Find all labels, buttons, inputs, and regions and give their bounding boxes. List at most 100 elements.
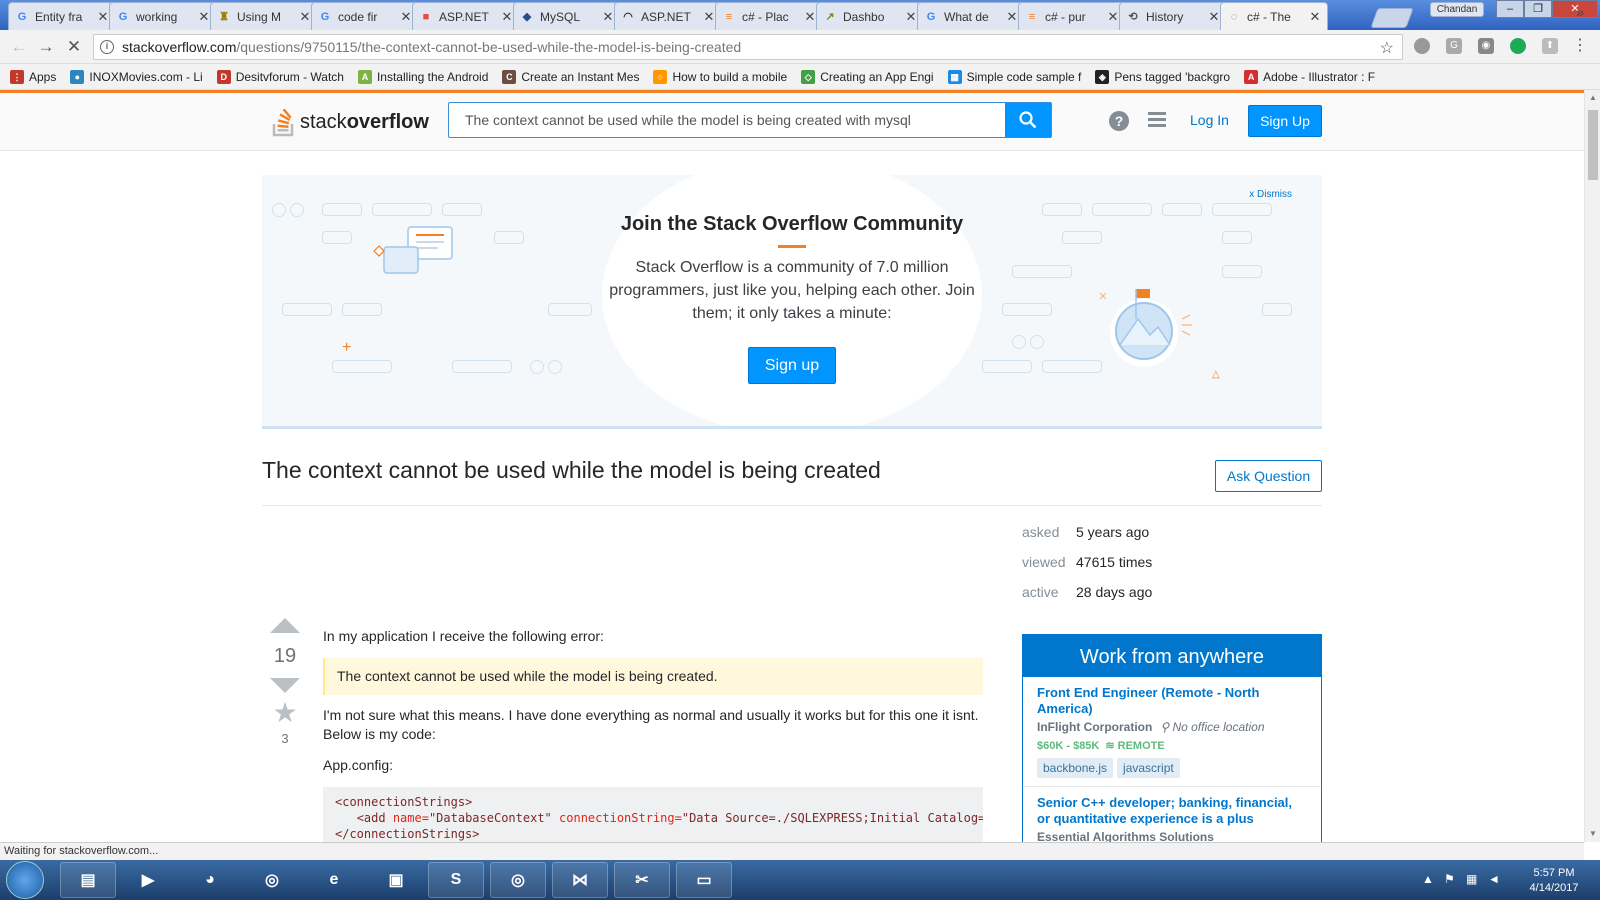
green-extension-icon[interactable]: [1510, 38, 1526, 54]
tab-close-icon[interactable]: ✕: [198, 9, 210, 25]
tab-close-icon[interactable]: ✕: [1208, 9, 1220, 25]
site-info-icon[interactable]: i: [100, 40, 114, 54]
job-tag[interactable]: javascript: [1117, 758, 1180, 778]
stackoverflow-logo[interactable]: stackoverflow: [272, 107, 429, 137]
vote-up-icon[interactable]: [270, 618, 300, 633]
skype-taskbar-icon[interactable]: S: [428, 862, 484, 898]
search-button[interactable]: [1005, 103, 1051, 137]
grammarly-g-extension-icon[interactable]: G: [1446, 38, 1462, 54]
favorite-star-icon[interactable]: ★: [262, 699, 308, 727]
browser-tab[interactable]: Gcode fir ✕: [311, 2, 419, 30]
vote-down-icon[interactable]: [270, 678, 300, 693]
code-token: "DatabaseContext": [428, 811, 552, 825]
tab-close-icon[interactable]: ✕: [1107, 9, 1119, 25]
system-clock[interactable]: 5:57 PM 4/14/2017: [1519, 866, 1589, 896]
profile-button[interactable]: Chandan: [1430, 2, 1484, 17]
site-switcher-menu-icon[interactable]: [1148, 112, 1166, 128]
tab-close-icon[interactable]: ✕: [602, 9, 614, 25]
bookmark-item[interactable]: ◈ Pens tagged 'backgro: [1095, 69, 1231, 84]
chrome-active-taskbar-icon[interactable]: ◎: [490, 862, 546, 898]
start-button[interactable]: [6, 861, 44, 899]
dismiss-banner-link[interactable]: x Dismiss: [1249, 189, 1292, 200]
tab-close-icon[interactable]: ✕: [905, 9, 917, 25]
stat-value[interactable]: 28 days ago: [1076, 584, 1152, 600]
file-explorer-taskbar-icon[interactable]: ▤: [60, 862, 116, 898]
url-text[interactable]: stackoverflow.com/questions/9750115/the-…: [122, 39, 741, 55]
banner-sign-up-button[interactable]: Sign up: [748, 347, 836, 384]
tab-close-icon[interactable]: ✕: [804, 9, 816, 25]
camera-extension-icon[interactable]: ◉: [1478, 38, 1494, 54]
bookmark-item[interactable]: ○ How to build a mobile: [653, 69, 787, 84]
page-scrollbar[interactable]: ▲ ▼: [1584, 90, 1600, 842]
sticky-notes-taskbar-icon[interactable]: ▭: [676, 862, 732, 898]
tab-close-icon[interactable]: ✕: [400, 9, 412, 25]
bookmark-item[interactable]: ⋮ Apps: [10, 69, 56, 84]
puzzle-extension-icon[interactable]: ⬆: [1542, 38, 1558, 54]
close-window-button[interactable]: ✕: [1552, 0, 1598, 18]
question-title[interactable]: The context cannot be used while the mod…: [262, 457, 881, 484]
show-hidden-icons-icon[interactable]: ▲: [1422, 872, 1434, 886]
job-title[interactable]: Senior C++ developer; banking, financial…: [1037, 795, 1307, 827]
maximize-window-button[interactable]: ❐: [1524, 0, 1552, 18]
sign-up-button[interactable]: Sign Up: [1248, 105, 1322, 137]
job-tag[interactable]: backbone.js: [1037, 758, 1114, 778]
job-listing[interactable]: Front End Engineer (Remote - North Ameri…: [1023, 677, 1321, 787]
browser-tab[interactable]: ◌ c# - The ✕: [1220, 2, 1328, 30]
tab-close-icon[interactable]: ✕: [1309, 9, 1321, 25]
volume-icon[interactable]: ◄: [1488, 872, 1500, 886]
back-button[interactable]: ←: [8, 37, 30, 57]
jobs-heading[interactable]: Work from anywhere: [1023, 635, 1321, 677]
bookmark-item[interactable]: A Adobe - Illustrator : F: [1244, 69, 1375, 84]
globe-extension-icon[interactable]: [1414, 38, 1430, 54]
action-center-icon[interactable]: ⚑: [1444, 872, 1455, 886]
chrome-menu-icon[interactable]: ⋮: [1572, 38, 1588, 54]
browser-tab[interactable]: G What de ✕: [917, 2, 1025, 30]
visual-studio-taskbar-icon[interactable]: ⋈: [552, 862, 608, 898]
browser-tab[interactable]: Gworking ✕: [109, 2, 217, 30]
log-in-link[interactable]: Log In: [1190, 112, 1229, 128]
search-input[interactable]: The context cannot be used while the mod…: [449, 112, 1005, 128]
browser-tab[interactable]: ≡ c# - pur ✕: [1018, 2, 1126, 30]
minimize-window-button[interactable]: –: [1496, 0, 1524, 18]
ask-question-button[interactable]: Ask Question: [1215, 460, 1322, 492]
bookmark-item[interactable]: D Desitvforum - Watch: [216, 69, 344, 84]
job-listing[interactable]: Senior C++ developer; banking, financial…: [1023, 787, 1321, 842]
chrome-taskbar-icon[interactable]: ◎: [244, 862, 300, 898]
bookmark-item[interactable]: ◇ Creating an App Engi: [801, 69, 934, 84]
network-tray-icon[interactable]: ▦: [1466, 872, 1477, 886]
bookmark-item[interactable]: A Installing the Android: [357, 69, 488, 84]
browser-tab[interactable]: ≡ c# - Plac ✕: [715, 2, 823, 30]
browser-tab[interactable]: G Entity fra ✕: [8, 2, 116, 30]
browser-tab[interactable]: ◆ MySQL ✕: [513, 2, 621, 30]
snipping-tool-taskbar-icon[interactable]: ✂: [614, 862, 670, 898]
tab-close-icon[interactable]: ✕: [501, 9, 513, 25]
network-taskbar-icon[interactable]: ▣: [368, 862, 424, 898]
scroll-thumb[interactable]: [1588, 110, 1598, 180]
omnibox[interactable]: i stackoverflow.com/questions/9750115/th…: [93, 34, 1403, 60]
browser-tab[interactable]: ↗ Dashbo ✕: [816, 2, 924, 30]
scroll-down-arrow-icon[interactable]: ▼: [1585, 826, 1600, 842]
tab-close-icon[interactable]: ✕: [1006, 9, 1018, 25]
bookmark-item[interactable]: ● INOXMovies.com - Li: [70, 69, 203, 84]
internet-explorer-taskbar-icon[interactable]: e: [306, 862, 362, 898]
browser-tab[interactable]: ⟲ History ✕: [1119, 2, 1227, 30]
bookmark-star-icon[interactable]: ☆: [1380, 38, 1394, 58]
bookmark-label: Pens tagged 'backgro: [1114, 69, 1231, 84]
bookmark-item[interactable]: C Create an Instant Mes: [502, 69, 639, 84]
tab-close-icon[interactable]: ✕: [703, 9, 715, 25]
new-tab-button[interactable]: [1370, 8, 1414, 28]
scroll-up-arrow-icon[interactable]: ▲: [1585, 90, 1600, 106]
bookmark-item[interactable]: ▦ Simple code sample f: [947, 69, 1081, 84]
forward-button[interactable]: →: [35, 37, 57, 57]
help-icon[interactable]: ?: [1109, 111, 1129, 131]
job-title[interactable]: Front End Engineer (Remote - North Ameri…: [1037, 685, 1307, 717]
stop-loading-button[interactable]: ✕: [63, 37, 85, 57]
browser-tab[interactable]: ■ ASP.NET ✕: [412, 2, 520, 30]
tab-close-icon[interactable]: ✕: [299, 9, 311, 25]
tab-close-icon[interactable]: ✕: [97, 9, 109, 25]
firefox-taskbar-icon[interactable]: ◕: [182, 862, 238, 898]
media-player-taskbar-icon[interactable]: ▶: [120, 862, 176, 898]
more-bookmarks-chevron-icon[interactable]: »: [1576, 4, 1584, 20]
browser-tab[interactable]: ♜ Using M ✕: [210, 2, 318, 30]
browser-tab[interactable]: ◠ ASP.NET ✕: [614, 2, 722, 30]
